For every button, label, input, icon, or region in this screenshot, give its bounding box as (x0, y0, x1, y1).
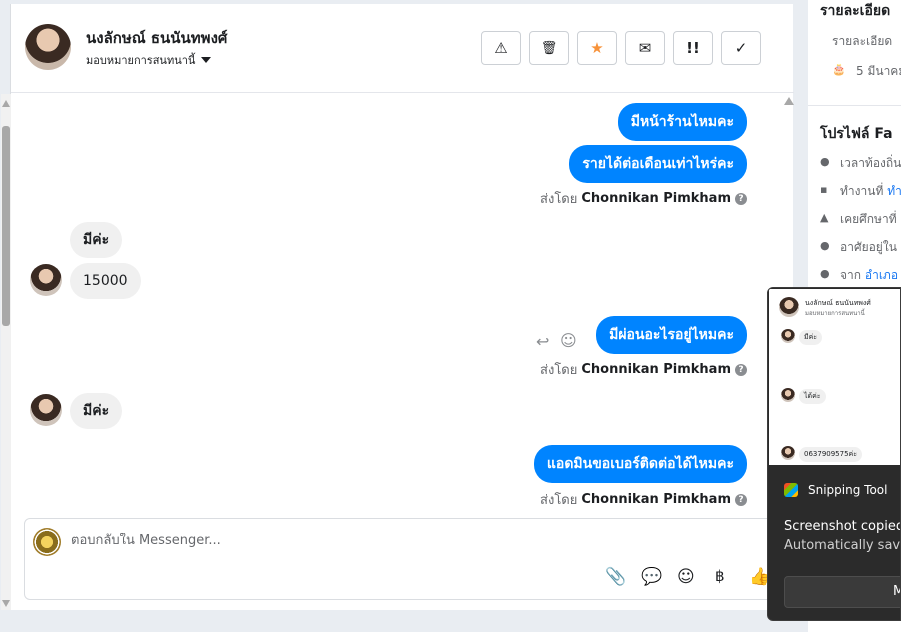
envelope-icon: ✉ (638, 39, 652, 57)
from-label: จาก อำเภอ (840, 266, 898, 285)
preview-message: ได้ค่ะ (799, 389, 826, 404)
contact-avatar-small (30, 394, 62, 426)
done-button[interactable]: ✓ (721, 31, 761, 65)
studied-label: เคยศึกษาที่ (840, 212, 897, 226)
scroll-up-arrow-icon[interactable] (2, 100, 10, 107)
message-incoming[interactable]: มีค่ะ (70, 222, 123, 258)
lives-in-label: อาศัยอยู่ใน จ (840, 238, 901, 257)
preview-message: 0637909575ค่ะ (799, 447, 862, 462)
contact-name[interactable]: นงลักษณ์ ธนนันทพงศ์ (86, 26, 227, 50)
location-pin-icon: ● (820, 239, 830, 252)
sent-by-name: Chonnikan Pimkham (581, 362, 731, 377)
preview-avatar (781, 329, 795, 343)
snipping-subtitle: Automatically saved (784, 538, 901, 553)
saved-reply-icon[interactable]: 💬 (641, 567, 662, 587)
briefcase-icon: ▪ (820, 183, 828, 196)
works-at-label: ทำงานที่ ทำ (840, 182, 901, 201)
warning-icon: ⚠ (494, 39, 508, 57)
sent-by-label: ส่งโดย Chonnikan Pimkham ? (540, 359, 747, 380)
works-at-link[interactable]: ทำ (887, 184, 901, 198)
scroll-down-arrow-icon[interactable] (2, 600, 10, 607)
local-time-label: เวลาท้องถิ่น (840, 156, 901, 170)
message-outgoing[interactable]: มีหน้าร้านไหมคะ (617, 103, 747, 141)
message-incoming[interactable]: มีค่ะ (70, 393, 123, 429)
preview-avatar (781, 388, 795, 402)
sent-by-name: Chonnikan Pimkham (581, 191, 731, 206)
delete-button[interactable]: 🗑 (529, 31, 569, 65)
screenshot-preview[interactable]: นงลักษณ์ ธนนันทพงศ์ มอบหมายการสนทนานี้ ม… (769, 289, 900, 465)
baht-payment-icon[interactable]: ฿ (715, 567, 725, 585)
emoji-react-icon[interactable]: ☺ (560, 331, 577, 350)
assign-conversation-dropdown[interactable]: มอบหมายการสนทนานี้ (86, 51, 212, 69)
page-avatar (33, 528, 61, 556)
contact-avatar[interactable] (25, 24, 71, 70)
works-at-text: ทำงานที่ (840, 184, 884, 198)
snipping-action-button[interactable]: M (784, 576, 900, 608)
follow-up-button[interactable]: !! (673, 31, 713, 65)
divider (808, 105, 901, 106)
profile-title: โปรไฟล์ Fa (820, 126, 893, 142)
sent-by-prefix: ส่งโดย (540, 493, 578, 508)
clock-icon: ● (820, 155, 830, 168)
from-text: จาก (840, 268, 862, 282)
chat-header: นงลักษณ์ ธนนันทพงศ์ มอบหมายการสนทนานี้ ⚠… (11, 4, 794, 93)
details-date: 5 มีนาคม (856, 64, 901, 78)
snipping-tool-icon (784, 483, 798, 497)
cake-icon: 🎂 (832, 63, 846, 76)
report-button[interactable]: ⚠ (481, 31, 521, 65)
contact-avatar-small (30, 264, 62, 296)
graduation-cap-icon: ▲ (820, 211, 829, 224)
snipping-app-name: Snipping Tool (808, 483, 888, 497)
assign-label: มอบหมายการสนทนานี้ (86, 54, 196, 67)
lives-in-text: อาศัยอยู่ใน (840, 240, 897, 254)
mark-unread-button[interactable]: ✉ (625, 31, 665, 65)
sent-by-label: ส่งโดย Chonnikan Pimkham ? (540, 489, 747, 510)
sent-by-prefix: ส่งโดย (540, 192, 578, 207)
paperclip-icon[interactable]: 📎 (605, 567, 626, 587)
message-outgoing[interactable]: มีผ่อนอะไรอยู่ไหมคะ (596, 316, 747, 354)
snipping-title: Screenshot copied (784, 519, 901, 534)
snipping-app-row: Snipping Tool (784, 483, 887, 497)
preview-assign-label: มอบหมายการสนทนานี้ (805, 310, 865, 317)
snipping-tool-notification[interactable]: นงลักษณ์ ธนนันทพงศ์ มอบหมายการสนทนานี้ ม… (767, 287, 901, 621)
details-subtitle: รายละเอียด (832, 34, 893, 48)
reply-input[interactable] (71, 533, 571, 548)
help-icon[interactable]: ? (735, 363, 747, 376)
reply-icon[interactable]: ↩ (536, 332, 549, 351)
chat-panel: นงลักษณ์ ธนนันทพงศ์ มอบหมายการสนทนานี้ ⚠… (1, 4, 794, 610)
location-pin-icon: ● (820, 267, 830, 280)
from-link[interactable]: อำเภอ (865, 268, 898, 282)
message-incoming[interactable]: 15000 (70, 263, 141, 299)
help-icon[interactable]: ? (735, 192, 747, 205)
sent-by-prefix: ส่งโดย (540, 363, 578, 378)
preview-avatar (781, 446, 795, 460)
emoji-icon[interactable]: ☺ (677, 567, 695, 587)
sent-by-label: ส่งโดย Chonnikan Pimkham ? (540, 188, 747, 209)
trash-icon: 🗑 (540, 40, 558, 56)
exclamation-icon: !! (686, 39, 700, 57)
check-icon: ✓ (734, 39, 748, 57)
preview-message: มีค่ะ (799, 330, 823, 345)
message-composer: 📎 💬 ☺ ฿ 👍 (24, 518, 784, 600)
sent-by-name: Chonnikan Pimkham (581, 492, 731, 507)
help-icon[interactable]: ? (735, 493, 747, 506)
preview-avatar (779, 297, 799, 317)
details-title: รายละเอียด (820, 3, 891, 19)
chat-scroll-up-icon[interactable] (784, 97, 794, 105)
star-button[interactable]: ★ (577, 31, 617, 65)
message-outgoing[interactable]: แอดมินขอเบอร์ติดต่อได้ไหมคะ (533, 445, 747, 483)
scrollbar-thumb[interactable] (2, 126, 10, 326)
caret-down-icon (201, 57, 212, 63)
star-icon: ★ (590, 39, 604, 57)
message-outgoing[interactable]: รายได้ต่อเดือนเท่าไหร่คะ (569, 145, 747, 183)
